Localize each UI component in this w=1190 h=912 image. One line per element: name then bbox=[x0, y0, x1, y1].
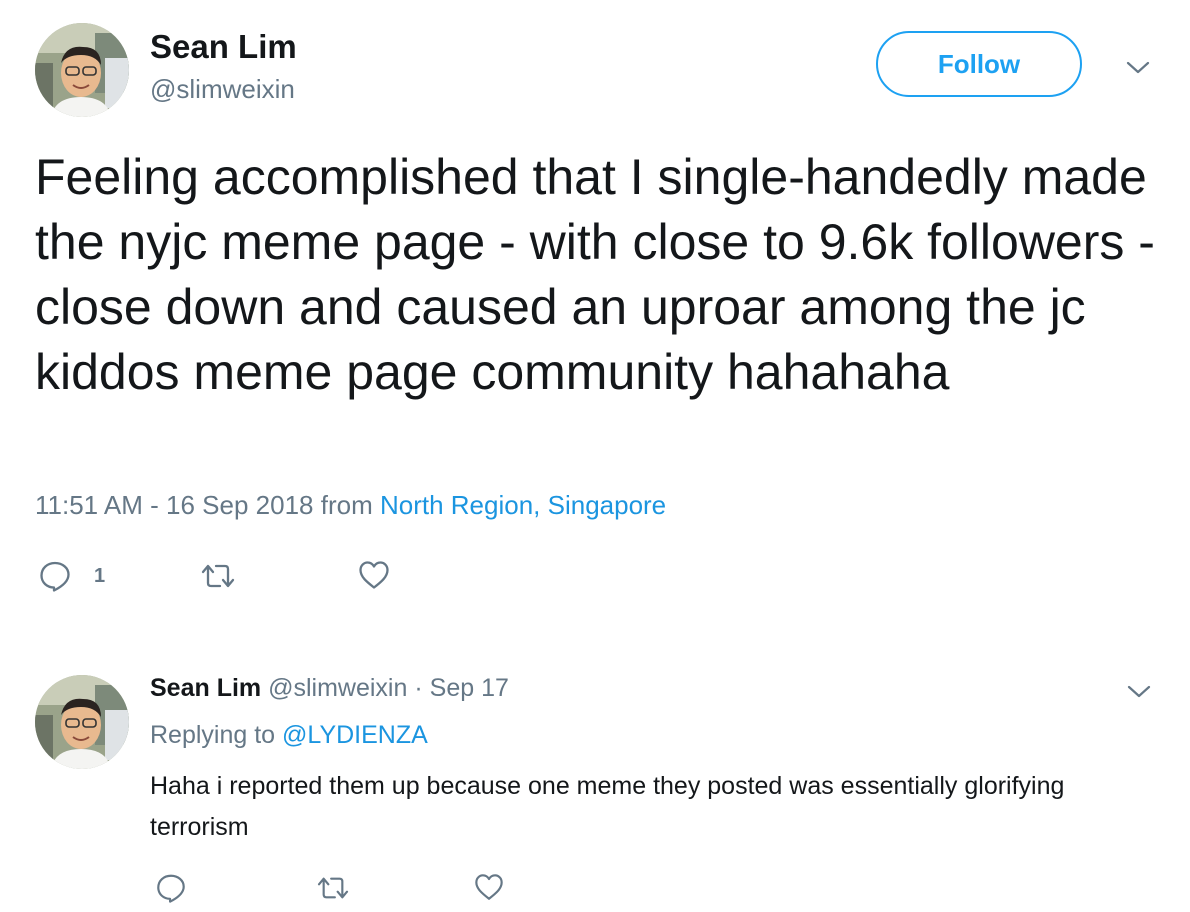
reply-date[interactable]: Sep 17 bbox=[430, 674, 509, 702]
chevron-down-icon[interactable] bbox=[1126, 684, 1152, 700]
author-handle[interactable]: @slimweixin bbox=[150, 74, 295, 105]
reply-bubble-icon bbox=[157, 874, 185, 903]
heart-icon bbox=[359, 561, 389, 589]
heart-icon bbox=[475, 874, 503, 900]
reply-author-handle[interactable]: @slimweixin bbox=[268, 674, 407, 702]
reply-author-name[interactable]: Sean Lim bbox=[150, 674, 261, 702]
reply-button[interactable]: 1 bbox=[38, 559, 105, 593]
replying-to-line: Replying to @LYDIENZA bbox=[150, 721, 428, 750]
author-avatar[interactable] bbox=[35, 23, 129, 117]
retweet-button[interactable] bbox=[314, 874, 352, 902]
reply-button[interactable] bbox=[155, 872, 187, 904]
follow-button[interactable]: Follow bbox=[876, 31, 1082, 97]
header-separator: · bbox=[414, 674, 423, 702]
reply-text: Haha i reported them up because one meme… bbox=[150, 772, 1065, 841]
retweet-icon bbox=[201, 564, 235, 588]
like-button[interactable] bbox=[357, 559, 391, 591]
reply-count: 1 bbox=[94, 564, 106, 587]
tweet-timestamp[interactable]: 11:51 AM - 16 Sep 2018 bbox=[35, 490, 314, 520]
like-button[interactable] bbox=[473, 872, 505, 902]
tweet-meta: 11:51 AM - 16 Sep 2018 from North Region… bbox=[35, 490, 666, 521]
from-label: from bbox=[320, 490, 373, 520]
retweet-button[interactable] bbox=[198, 561, 238, 591]
tweet-text: Feeling accomplished that I single-hande… bbox=[35, 149, 1155, 400]
replying-to-mention[interactable]: @LYDIENZA bbox=[282, 721, 428, 749]
reply-bubble-icon bbox=[40, 561, 70, 592]
avatar-photo bbox=[35, 675, 129, 769]
chevron-down-icon[interactable] bbox=[1125, 60, 1151, 76]
avatar-photo bbox=[35, 23, 129, 117]
replying-to-label: Replying to bbox=[150, 721, 276, 749]
author-name[interactable]: Sean Lim bbox=[150, 28, 297, 66]
tweet-page: Sean Lim @slimweixin Follow Feeling acco… bbox=[0, 0, 1190, 912]
retweet-icon bbox=[317, 877, 349, 899]
reply-author-avatar[interactable] bbox=[35, 675, 129, 769]
tweet-location[interactable]: North Region, Singapore bbox=[380, 490, 666, 520]
reply-header: Sean Lim @slimweixin · Sep 17 bbox=[150, 674, 509, 703]
